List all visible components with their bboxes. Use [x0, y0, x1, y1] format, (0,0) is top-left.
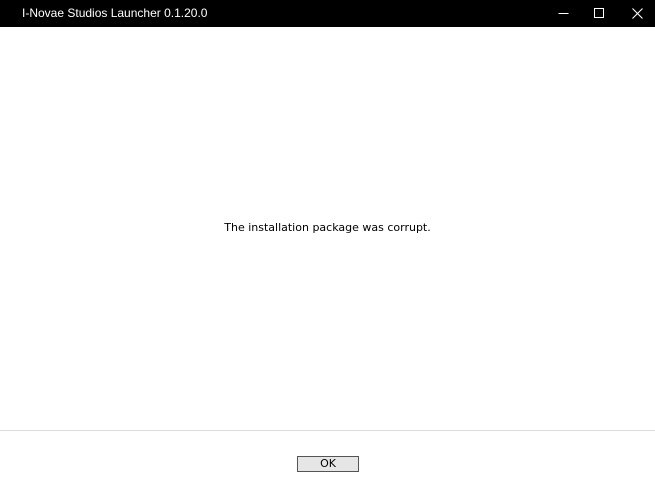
message-area: The installation package was corrupt.: [0, 27, 655, 430]
close-button[interactable]: [614, 0, 655, 27]
launcher-window: I-Novae Studios Launcher 0.1.20.0 The in…: [0, 0, 655, 500]
close-icon: [631, 8, 643, 19]
maximize-icon: [593, 8, 605, 19]
dialog-footer: OK: [0, 431, 655, 500]
minimize-icon: [558, 8, 569, 19]
error-message: The installation package was corrupt.: [224, 221, 431, 234]
title-bar[interactable]: I-Novae Studios Launcher 0.1.20.0: [0, 0, 655, 27]
ok-button[interactable]: OK: [297, 456, 359, 472]
window-title: I-Novae Studios Launcher 0.1.20.0: [22, 6, 208, 20]
